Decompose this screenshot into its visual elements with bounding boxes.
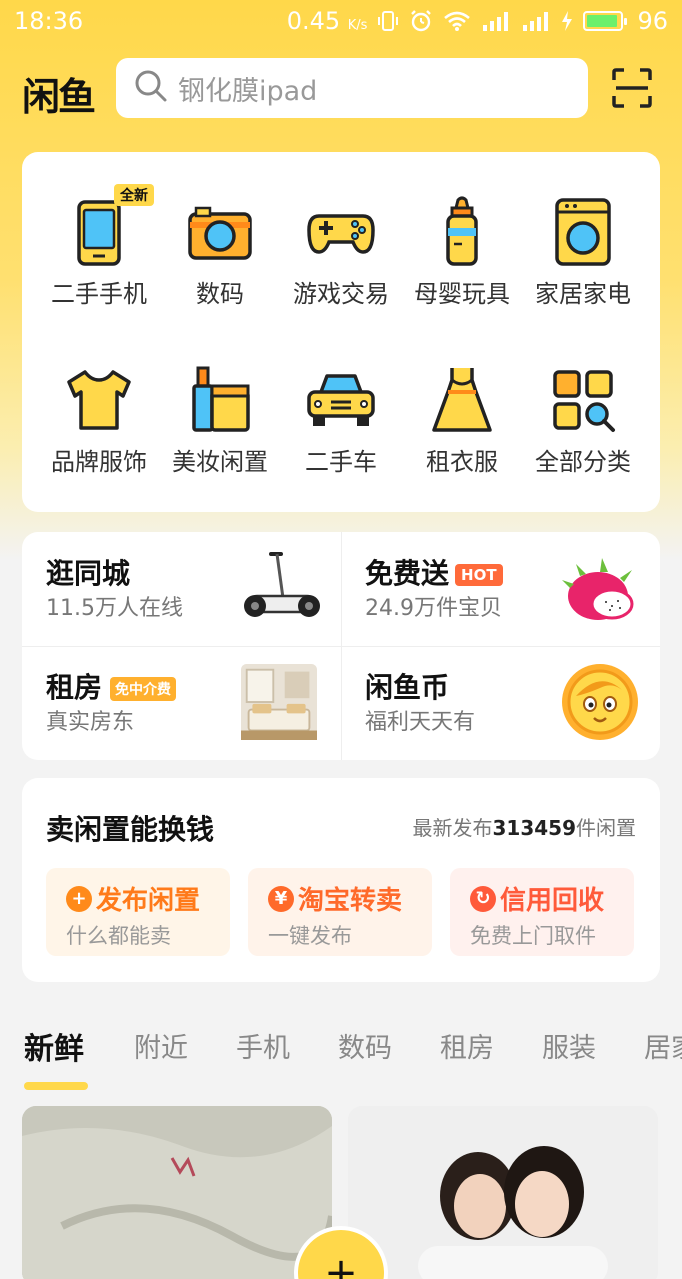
service-title: 免费送 HOT [365, 552, 503, 592]
category-label: 母婴玩具 [414, 280, 510, 308]
gamepad-icon [307, 214, 375, 254]
service-subtitle: 福利天天有 [365, 710, 476, 735]
new-badge: 全新 [114, 184, 154, 206]
wifi-icon [443, 10, 471, 32]
service-subtitle: 24.9万件宝贝 [365, 596, 502, 621]
service-title: 租房 免中介费 [46, 666, 177, 706]
camera-icon [188, 206, 252, 260]
battery-icon [583, 11, 628, 31]
tab-fresh[interactable]: 新鲜 [24, 1024, 84, 1068]
room-image [241, 664, 317, 740]
network-speed: 0.45 K/s [286, 7, 368, 35]
signal-icon [481, 10, 511, 32]
washing-machine-icon [555, 198, 611, 266]
category-rent-clothes[interactable]: 租衣服 [401, 364, 523, 477]
category-label: 美妆闲置 [172, 448, 268, 476]
service-title: 闲鱼币 [365, 671, 450, 704]
credit-recycle-button[interactable]: ↻ 信用回收 免费上门取件 [450, 868, 634, 956]
category-label: 家居家电 [535, 280, 631, 308]
category-label: 全部分类 [535, 448, 631, 476]
services-card: 逛同城 11.5万人在线 免费送 HOT 24.9万件宝贝 租房 免中介费 真实房东… [22, 532, 660, 760]
tab-phone[interactable]: 手机 [236, 1026, 290, 1065]
service-subtitle: 11.5万人在线 [46, 596, 183, 621]
button-title: 淘宝转卖 [298, 886, 403, 916]
category-all[interactable]: 全部分类 [522, 364, 644, 477]
dress-icon [432, 368, 492, 432]
category-car[interactable]: 二手车 [280, 364, 402, 477]
scooter-image [244, 552, 320, 617]
publish-item-button[interactable]: + 发布闲置 什么都能卖 [46, 868, 230, 956]
service-coin[interactable]: 闲鱼币 福利天天有 [341, 646, 660, 760]
tab-nearby[interactable]: 附近 [134, 1026, 188, 1065]
category-label: 品牌服饰 [51, 448, 147, 476]
yuan-icon: ¥ [268, 885, 294, 912]
button-subtitle: 一键发布 [268, 924, 352, 948]
app-header: 闲鱼 钢化膜ipad [0, 56, 682, 120]
feed-item-image [22, 1106, 332, 1279]
category-digital[interactable]: 数码 [159, 196, 281, 309]
category-game[interactable]: 游戏交易 [280, 196, 402, 309]
category-home[interactable]: 家居家电 [522, 196, 644, 309]
sell-section: 卖闲置能换钱 最新发布313459件闲置 + 发布闲置 什么都能卖 ¥ 淘宝转卖 一… [22, 778, 660, 982]
category-label: 二手车 [305, 448, 377, 476]
status-bar: 18:36 0.45 K/s 96 [0, 0, 682, 42]
battery-level: 96 [637, 7, 668, 35]
service-title: 逛同城 [46, 557, 131, 590]
category-label: 租衣服 [426, 448, 498, 476]
tab-rent[interactable]: 租房 [440, 1026, 494, 1065]
category-label: 数码 [196, 280, 244, 308]
button-subtitle: 什么都能卖 [66, 924, 171, 948]
active-tab-indicator [24, 1082, 88, 1090]
coin-icon [562, 664, 638, 740]
service-local[interactable]: 逛同城 11.5万人在线 [22, 532, 341, 646]
plus-icon: + [66, 885, 92, 912]
cosmetics-icon [192, 366, 250, 432]
service-free-gift[interactable]: 免费送 HOT 24.9万件宝贝 [341, 532, 660, 646]
feed-tabs: 新鲜 附近 手机 数码 租房 服装 居家 [0, 1020, 682, 1080]
service-rental[interactable]: 租房 免中介费 真实房东 [22, 646, 341, 760]
category-phone[interactable]: 全新 二手手机 [38, 184, 160, 309]
charging-icon [561, 10, 573, 32]
dragon-fruit-image [562, 558, 634, 620]
sell-title: 卖闲置能换钱 [46, 813, 215, 846]
service-subtitle: 真实房东 [46, 710, 135, 735]
button-title: 信用回收 [500, 886, 605, 916]
category-label: 游戏交易 [293, 280, 389, 308]
taobao-resell-button[interactable]: ¥ 淘宝转卖 一键发布 [248, 868, 432, 956]
search-icon [134, 69, 168, 107]
car-icon [307, 374, 375, 426]
app-logo: 闲鱼 [22, 75, 96, 119]
recycle-icon: ↻ [470, 885, 496, 912]
category-baby[interactable]: 母婴玩具 [401, 196, 523, 309]
tshirt-icon [67, 370, 131, 430]
all-categories-icon [553, 370, 615, 432]
tab-clothing[interactable]: 服装 [542, 1026, 596, 1065]
feed-item[interactable] [348, 1106, 658, 1279]
feed-item[interactable] [22, 1106, 332, 1279]
tab-home[interactable]: 居家 [644, 1026, 682, 1065]
category-clothing[interactable]: 品牌服饰 [38, 364, 160, 477]
phone-icon [77, 200, 121, 266]
signal-icon-2 [521, 10, 551, 32]
sell-stat: 最新发布313459件闲置 [412, 816, 637, 840]
category-label: 二手手机 [51, 280, 147, 308]
hot-tag: HOT [455, 564, 503, 586]
baby-bottle-icon [446, 196, 478, 266]
search-bar[interactable]: 钢化膜ipad [116, 58, 588, 118]
scan-icon[interactable] [612, 68, 652, 108]
button-subtitle: 免费上门取件 [470, 924, 596, 948]
tab-digital[interactable]: 数码 [338, 1026, 392, 1065]
feed-item-image [348, 1106, 658, 1279]
no-agent-fee-tag: 免中介费 [110, 677, 177, 701]
vibrate-icon [377, 10, 399, 32]
alarm-icon [409, 9, 433, 33]
button-title: 发布闲置 [96, 886, 201, 916]
category-cosmetics[interactable]: 美妆闲置 [159, 364, 281, 477]
search-placeholder: 钢化膜ipad [178, 75, 318, 107]
status-time: 18:36 [14, 7, 84, 35]
category-grid: 全新 二手手机 数码 游戏交易 母婴玩具 家居家电 品牌服饰 美妆闲置 二手车 … [22, 152, 660, 512]
